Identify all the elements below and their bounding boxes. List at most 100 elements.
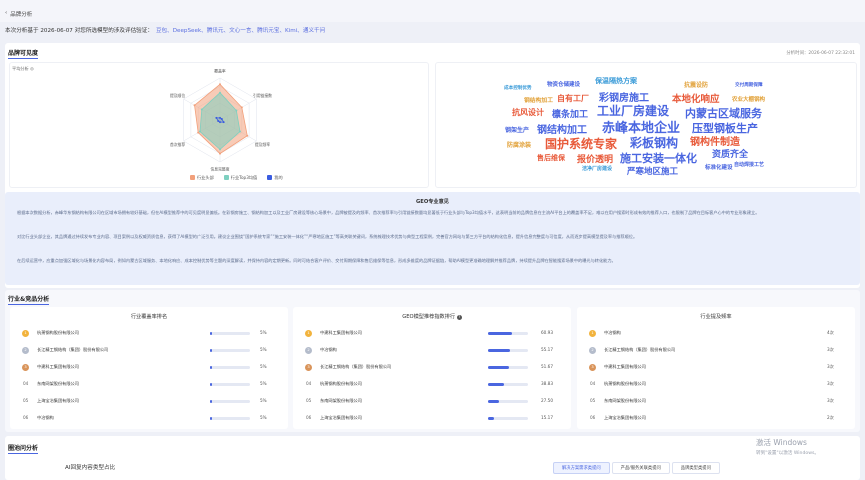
- radar-point: [219, 152, 221, 155]
- rank-medal-icon: 1: [305, 330, 312, 337]
- chevron-left-icon: ‹: [5, 10, 8, 16]
- cloud-keyword: 售后维保: [537, 154, 565, 162]
- ranking-row: 3 中建科工集团有限公司 5%: [10, 363, 288, 373]
- score-bar-fill: [210, 383, 212, 386]
- ranking-row: 1 中冶钢构 4次: [577, 329, 855, 339]
- ranking-row: 04 杭萧钢构股份有限公司 3次: [577, 380, 855, 390]
- score-bar: [210, 383, 250, 386]
- cloud-keyword: 自动焊接工艺: [734, 162, 765, 168]
- geo-paragraph-2: 对比行业头部企业，其品牌通过持续发布专业内容、项目案例以及权威资质信息，获得了A…: [17, 234, 638, 239]
- company-name: 上海宝冶集团有限公司: [37, 398, 79, 403]
- cloud-keyword: 抗震设防: [684, 82, 709, 89]
- recommend-panel: GEO模型推荐指数排行 ? 1 中建科工集团有限公司 60.93 2 中冶钢构 55.17…: [293, 307, 571, 429]
- ranking-row: 1 中建科工集团有限公司 60.93: [293, 329, 571, 339]
- company-name: 东南网架股份有限公司: [37, 381, 79, 386]
- score-bar: [488, 332, 528, 335]
- tab-solution[interactable]: 解决方案需求类提问: [553, 462, 610, 474]
- ranking-row: 05 东南网架股份有限公司 3次: [577, 397, 855, 407]
- score-bar-fill: [210, 417, 212, 420]
- radar-point: [222, 121, 225, 124]
- score-value: 27.50: [541, 398, 553, 403]
- company-name: 中建科工集团有限公司: [604, 364, 646, 369]
- score-bar: [210, 332, 250, 335]
- info-icon[interactable]: ?: [456, 315, 462, 320]
- radar-axis-label: 提及顺位: [170, 93, 185, 98]
- radar-axis-label: 信息完整度: [211, 167, 230, 172]
- radar-point: [240, 106, 243, 109]
- radar-point: [200, 108, 203, 111]
- cloud-keyword: 洁净厂房建设: [582, 166, 613, 172]
- score-value: 5%: [260, 415, 267, 420]
- rank-number: 04: [306, 381, 312, 386]
- radar-axis-label: 覆盖率: [214, 69, 226, 74]
- company-name: 上海宝冶集团有限公司: [320, 415, 362, 420]
- company-name: 中冶钢构: [604, 330, 621, 335]
- mention-panel: 行业提及频率 1 中冶钢构 4次 2 长江精工钢结构（集团）股份有限公司 3次 3 中建科工集…: [577, 307, 855, 429]
- company-name: 中冶钢构: [320, 347, 337, 352]
- tab-product[interactable]: 产品/服务关联类提问: [611, 462, 670, 474]
- cloud-keyword: 物资仓储建设: [547, 82, 581, 88]
- score-bar-fill: [488, 400, 500, 403]
- score-bar: [488, 366, 528, 369]
- tab-brand[interactable]: 品牌类型类提问: [671, 462, 720, 474]
- score-bar-fill: [210, 366, 212, 369]
- score-bar: [488, 417, 528, 420]
- company-name: 中冶钢构: [37, 415, 54, 420]
- company-name: 杭萧钢构股份有限公司: [320, 381, 362, 386]
- score-bar-fill: [210, 400, 212, 403]
- score-value: 2次: [827, 415, 834, 420]
- company-name: 上海宝冶集团有限公司: [604, 415, 646, 420]
- brand-visibility-title: 品牌可见度: [8, 50, 39, 59]
- radar-legend: 行业头部 行业Top3均值 我的: [190, 175, 283, 181]
- cloud-keyword: 防腐涂装: [507, 142, 532, 149]
- score-value: 3次: [827, 381, 834, 386]
- company-name: 长江精工钢结构（集团）股份有限公司: [604, 347, 676, 352]
- analysis-time: 分析时间：2026-06-07 22:32:01: [786, 51, 855, 56]
- cloud-keyword: 檩条加工: [552, 110, 589, 120]
- cloud-keyword: 成本控制优势: [504, 86, 532, 91]
- radar-axis-label: 首次推荐: [170, 142, 185, 147]
- cloud-keyword: 农业大棚钢构: [732, 97, 766, 103]
- score-bar: [210, 349, 250, 352]
- score-value: 3次: [827, 398, 834, 403]
- score-bar-fill: [488, 383, 504, 386]
- cloud-keyword: 内蒙古区域服务: [685, 107, 762, 120]
- score-value: 3次: [827, 347, 834, 352]
- company-name: 中建科工集团有限公司: [37, 364, 79, 369]
- company-name: 杭萧钢构股份有限公司: [37, 330, 79, 335]
- radar-axis-label: 提及频率: [255, 142, 270, 147]
- ranking-row: 04 东南网架股份有限公司 5%: [10, 380, 288, 390]
- company-name: 长江精工钢结构（集团）股份有限公司: [37, 347, 109, 352]
- score-bar-fill: [488, 349, 510, 352]
- radar-point: [193, 104, 196, 107]
- rank-number: 05: [23, 398, 29, 403]
- company-name: 长江精工钢结构（集团）股份有限公司: [320, 364, 392, 369]
- radar-point: [219, 83, 221, 86]
- analysis-subtitle: 本次分析基于 2026-06-07 对您所选模型的涉及评估验证： 豆包、DeepS…: [5, 28, 326, 34]
- coverage-panel: 行业覆盖率排名 1 杭萧钢构股份有限公司 5% 2 长江精工钢结构（集团）股份有限公司 5…: [10, 307, 288, 429]
- radar-point: [197, 131, 200, 134]
- radar-point: [220, 117, 223, 120]
- ranking-row: 05 上海宝冶集团有限公司 5%: [10, 397, 288, 407]
- score-value: 55.17: [541, 347, 553, 352]
- score-bar-fill: [488, 366, 509, 369]
- ranking-row: 2 长江精工钢结构（集团）股份有限公司 5%: [10, 346, 288, 356]
- rank-number: 06: [23, 415, 29, 420]
- coverage-title: 行业覆盖率排名: [130, 314, 168, 320]
- radar-point: [239, 130, 242, 133]
- ranking-row: 05 东南网架股份有限公司 27.50: [293, 397, 571, 407]
- back-link[interactable]: ‹ 品牌分析: [5, 10, 32, 18]
- score-bar-fill: [210, 349, 212, 352]
- mention-title: 行业提及频率: [700, 314, 732, 320]
- back-label: 品牌分析: [10, 12, 33, 18]
- cloud-keyword: 钢架生产: [505, 127, 530, 134]
- rank-medal-icon: 1: [22, 330, 29, 337]
- cloud-keyword: 标准化建设: [705, 165, 733, 171]
- cloud-keyword: 钢结构加工: [537, 125, 587, 136]
- cloud-keyword: 自有工厂: [557, 94, 589, 103]
- score-value: 5%: [260, 381, 267, 386]
- ranking-row: 04 杭萧钢构股份有限公司 38.83: [293, 380, 571, 390]
- radar-point: [246, 134, 249, 137]
- score-bar: [210, 366, 250, 369]
- score-value: 3次: [827, 364, 834, 369]
